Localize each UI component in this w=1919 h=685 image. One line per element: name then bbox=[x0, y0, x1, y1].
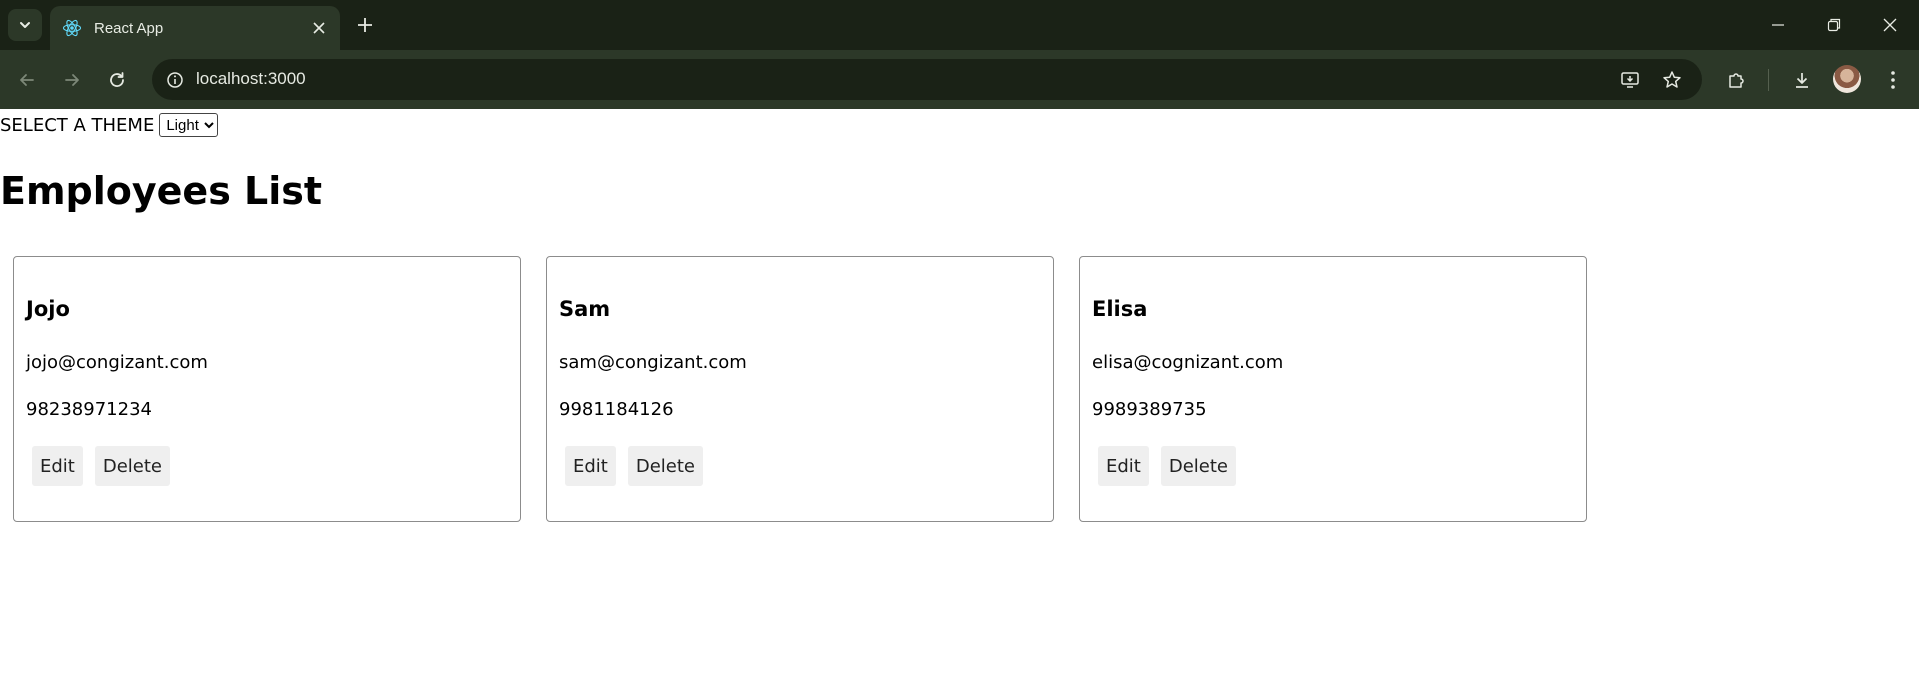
delete-button[interactable]: Delete bbox=[627, 446, 704, 486]
react-logo-icon bbox=[62, 19, 82, 37]
forward-arrow-icon bbox=[65, 74, 79, 86]
card-actions: Edit Delete bbox=[32, 446, 171, 486]
browser-toolbar: localhost:3000 bbox=[0, 50, 1919, 109]
minimize-button[interactable] bbox=[1750, 0, 1806, 50]
forward-button[interactable] bbox=[56, 64, 88, 96]
employee-email: sam@congizant.com bbox=[559, 352, 747, 373]
tab-title: React App bbox=[94, 19, 164, 37]
employee-name: Elisa bbox=[1092, 297, 1148, 321]
star-icon bbox=[1663, 71, 1681, 88]
employee-name: Sam bbox=[559, 297, 611, 321]
employee-email: jojo@congizant.com bbox=[26, 352, 208, 373]
puzzle-icon bbox=[1729, 73, 1744, 88]
close-icon bbox=[313, 22, 325, 34]
browser-tab[interactable]: React App bbox=[50, 6, 340, 50]
avatar[interactable] bbox=[1833, 65, 1861, 93]
reload-icon bbox=[110, 72, 124, 87]
back-button[interactable] bbox=[11, 64, 43, 96]
site-info-button[interactable] bbox=[160, 65, 190, 95]
employee-card: Jojo jojo@congizant.com 98238971234 Edit… bbox=[13, 256, 521, 522]
install-app-button[interactable] bbox=[1615, 65, 1645, 95]
delete-button[interactable]: Delete bbox=[1160, 446, 1237, 486]
new-tab-button[interactable] bbox=[350, 10, 380, 40]
extensions-button[interactable] bbox=[1721, 64, 1753, 96]
address-bar[interactable]: localhost:3000 bbox=[152, 59, 1702, 100]
theme-label: SELECT A THEME bbox=[0, 114, 155, 136]
tab-close-button[interactable] bbox=[306, 15, 332, 41]
download-icon bbox=[1796, 73, 1808, 88]
info-icon bbox=[167, 72, 183, 88]
edit-button[interactable]: Edit bbox=[32, 446, 83, 486]
close-window-button[interactable] bbox=[1862, 0, 1918, 50]
employee-phone: 98238971234 bbox=[26, 399, 152, 420]
minimize-icon bbox=[1772, 24, 1784, 26]
back-arrow-icon bbox=[20, 74, 34, 86]
reload-button[interactable] bbox=[101, 64, 133, 96]
card-actions: Edit Delete bbox=[1098, 446, 1237, 486]
browser-menu-button[interactable] bbox=[1877, 64, 1909, 96]
url-text[interactable]: localhost:3000 bbox=[196, 69, 306, 89]
edit-button[interactable]: Edit bbox=[1098, 446, 1149, 486]
employee-card: Sam sam@congizant.com 9981184126 Edit De… bbox=[546, 256, 1054, 522]
employee-phone: 9989389735 bbox=[1092, 399, 1207, 420]
browser-titlebar: React App bbox=[0, 0, 1919, 50]
employee-card: Elisa elisa@cognizant.com 9989389735 Edi… bbox=[1079, 256, 1587, 522]
employee-email: elisa@cognizant.com bbox=[1092, 352, 1284, 373]
card-actions: Edit Delete bbox=[565, 446, 704, 486]
delete-button[interactable]: Delete bbox=[94, 446, 171, 486]
employee-name: Jojo bbox=[26, 297, 70, 321]
employee-cards: Jojo jojo@congizant.com 98238971234 Edit… bbox=[13, 256, 1587, 522]
page-title: Employees List bbox=[0, 169, 323, 213]
page-content: SELECT A THEME Light Employees List Jojo… bbox=[0, 109, 1919, 685]
tab-search-button[interactable] bbox=[8, 9, 42, 41]
downloads-button[interactable] bbox=[1786, 64, 1818, 96]
kebab-menu-icon bbox=[1891, 71, 1895, 89]
install-app-icon bbox=[1621, 72, 1639, 88]
restore-button[interactable] bbox=[1806, 0, 1862, 50]
theme-select[interactable]: Light bbox=[159, 113, 219, 137]
employee-phone: 9981184126 bbox=[559, 399, 674, 420]
chevron-down-icon bbox=[20, 22, 30, 28]
toolbar-separator bbox=[1768, 69, 1769, 91]
close-icon bbox=[1883, 18, 1897, 32]
bookmark-button[interactable] bbox=[1657, 65, 1687, 95]
plus-icon bbox=[358, 18, 372, 32]
restore-icon bbox=[1827, 18, 1841, 32]
theme-selector: SELECT A THEME Light bbox=[0, 113, 219, 137]
edit-button[interactable]: Edit bbox=[565, 446, 616, 486]
